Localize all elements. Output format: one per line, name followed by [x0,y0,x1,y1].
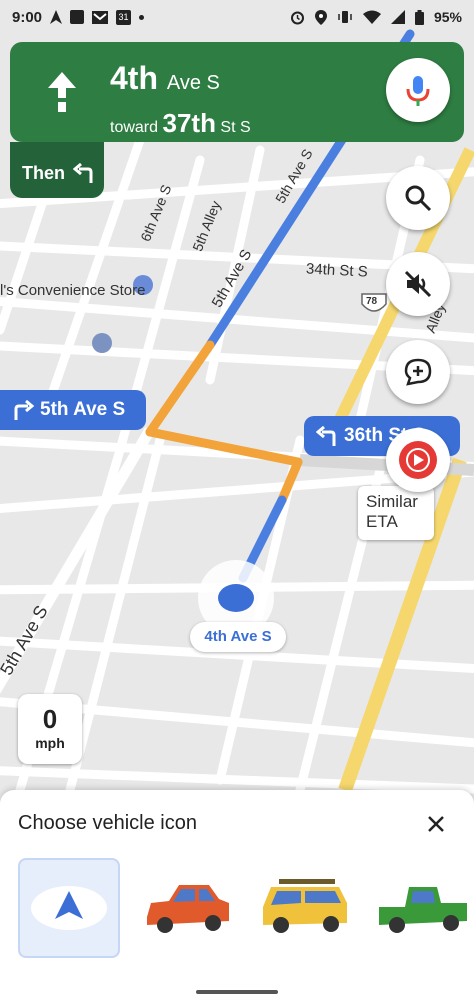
similar-label: Similar [366,492,418,511]
location-puck [218,584,254,612]
turn-callout-5th-ave[interactable]: 5th Ave S [0,390,146,430]
calendar-icon: 31 [116,9,132,25]
close-sheet-button[interactable] [418,806,454,842]
route-shield-number: 78 [366,296,378,307]
alarm-icon [290,11,304,24]
next-maneuver-card[interactable]: Then [10,142,104,198]
sheet-title: Choose vehicle icon [18,812,197,834]
add-report-button[interactable] [386,340,450,404]
vehicle-option-yellow-suv[interactable] [254,858,356,958]
nav-toward: toward 37th St S [110,108,251,139]
microphone-icon [406,76,430,106]
voice-search-button[interactable] [386,58,450,122]
battery-percent: 95% [433,9,462,25]
add-comment-icon [404,358,432,386]
map-label-34th-st: 34th St S [305,260,369,281]
vehicle-option-red-sedan[interactable] [136,858,238,958]
vehicle-icon-sheet: Choose vehicle icon [0,790,474,1000]
navigation-icon [50,10,63,24]
turn-left-icon [316,426,336,446]
yellow-suv-icon [263,879,347,933]
callout-5th-ave-label: 5th Ave S [40,399,126,420]
straight-arrow-icon [48,72,76,112]
battery-icon [414,9,424,25]
school-poi-icon[interactable] [92,333,112,353]
vehicle-option-arrow[interactable] [18,858,120,958]
gmail-icon [92,10,109,24]
red-sedan-icon [147,885,229,933]
toward-street-suffix: St S [220,119,251,136]
speed-unit: mph [35,735,65,751]
search-button[interactable] [386,166,450,230]
green-pickup-icon [379,887,467,933]
volume-muted-icon [404,270,432,298]
navigation-arrow-icon [31,886,107,930]
vibrate-icon [338,11,352,23]
location-icon [314,9,327,25]
vehicle-option-green-pickup[interactable] [372,858,474,958]
status-bar: 9:00 31 95% [0,0,474,34]
speedometer: 0 mph [18,694,82,764]
then-label: Then [22,162,65,183]
turn-right-icon [14,400,34,420]
toward-street-name: 37th [162,108,216,138]
street-name-suffix: Ave S [166,72,220,94]
signal-icon [390,10,405,24]
navigation-banner[interactable]: 4th Ave S toward 37th St S [10,42,464,142]
system-icons: 95% [290,9,462,25]
more-notifications-icon [139,14,145,20]
search-icon [405,185,432,212]
news-icon [70,10,85,24]
notification-icons: 31 [50,9,145,25]
youtube-music-icon [399,441,437,479]
current-street-label: 4th Ave S [190,622,286,652]
status-time: 9:00 [12,8,43,26]
street-name-main: 4th [110,60,158,96]
home-indicator[interactable] [196,990,278,994]
toward-label: toward [110,119,159,136]
alternate-route-eta[interactable]: Similar ETA [358,486,434,540]
speed-value: 0 [42,704,58,734]
nav-street-name: 4th Ave S [110,60,220,97]
close-icon [428,816,444,832]
turn-left-icon [73,163,93,183]
wifi-icon [362,10,381,24]
eta-label: ETA [366,512,398,531]
map-label-convenience-store: l's Convenience Store [0,282,146,299]
youtube-music-button[interactable] [386,428,450,492]
mute-button[interactable] [386,252,450,316]
vehicle-options [18,858,474,958]
